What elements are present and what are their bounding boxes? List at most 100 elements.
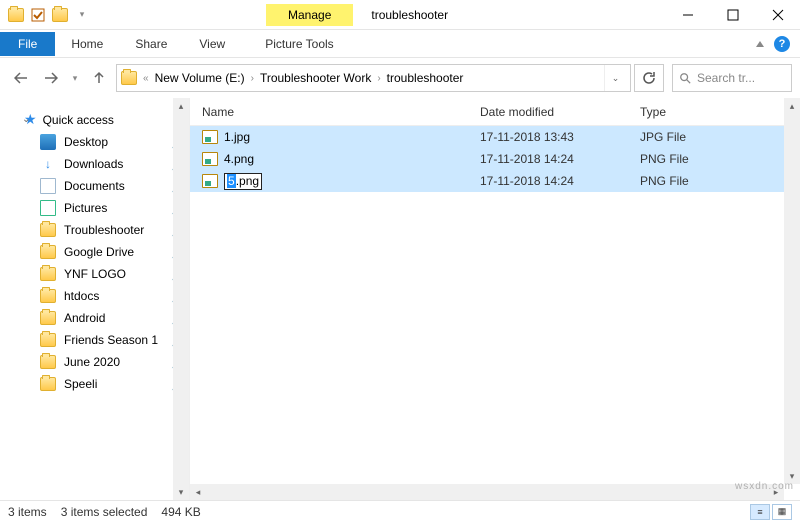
help-icon[interactable]: ? [774, 36, 790, 52]
scroll-down-icon[interactable]: ▾ [173, 484, 189, 500]
address-bar: ▾ « New Volume (E:) › Troubleshooter Wor… [0, 58, 800, 98]
up-button[interactable] [86, 65, 112, 91]
rename-selected-text: 5 [227, 174, 236, 188]
image-file-icon [202, 174, 218, 188]
breadcrumb-0[interactable]: New Volume (E:) [155, 71, 245, 85]
navigation-pane: ⌄ ★ Quick access Desktop📌 ↓Downloads📌 Do… [0, 98, 190, 500]
breadcrumb-2[interactable]: troubleshooter [387, 71, 464, 85]
app-icon [8, 7, 24, 23]
folder-icon [40, 288, 56, 304]
search-placeholder: Search tr... [697, 71, 755, 85]
sidebar-scrollbar[interactable]: ▴ ▾ [173, 98, 189, 500]
expand-ribbon-icon[interactable] [756, 41, 764, 47]
file-name: 4.png [224, 152, 254, 166]
new-folder-qat-icon[interactable] [52, 7, 68, 23]
quick-access-toolbar: ▾ [0, 7, 90, 23]
chevron-right-icon[interactable]: › [251, 73, 254, 84]
column-headers: Name Date modified Type [190, 98, 800, 126]
folder-icon [40, 310, 56, 326]
file-row[interactable]: 1.jpg 17-11-2018 13:43 JPG File [190, 126, 800, 148]
close-button[interactable] [755, 0, 800, 30]
sidebar-item-desktop[interactable]: Desktop📌 [0, 131, 189, 153]
sidebar-item-friends[interactable]: Friends Season 1📌 [0, 329, 189, 351]
location-icon [121, 70, 137, 86]
breadcrumb-1[interactable]: Troubleshooter Work [260, 71, 371, 85]
collapse-icon[interactable]: ⌄ [22, 114, 30, 125]
file-type: JPG File [640, 130, 800, 144]
status-bar: 3 items 3 items selected 494 KB ≡ ▦ [0, 500, 800, 522]
vertical-scrollbar[interactable]: ▴▾ [784, 98, 800, 484]
file-type: PNG File [640, 152, 800, 166]
forward-button[interactable] [38, 65, 64, 91]
sidebar-item-troubleshooter[interactable]: Troubleshooter📌 [0, 219, 189, 241]
home-tab[interactable]: Home [55, 32, 119, 56]
title-bar: ▾ Manage troubleshooter [0, 0, 800, 30]
sidebar-item-android[interactable]: Android📌 [0, 307, 189, 329]
folder-icon [40, 354, 56, 370]
sidebar-item-pictures[interactable]: Pictures📌 [0, 197, 189, 219]
rename-ext: .png [236, 174, 259, 188]
file-row-renaming[interactable]: 5.png 17-11-2018 14:24 PNG File [190, 170, 800, 192]
watermark: wsxdn.com [735, 481, 794, 492]
window-controls [665, 0, 800, 30]
downloads-icon: ↓ [40, 156, 56, 172]
maximize-button[interactable] [710, 0, 755, 30]
sidebar-item-documents[interactable]: Documents📌 [0, 175, 189, 197]
window-title: troubleshooter [371, 8, 448, 22]
search-icon [679, 72, 691, 84]
scroll-left-icon[interactable]: ◂ [190, 484, 206, 500]
thumbnails-view-button[interactable]: ▦ [772, 504, 792, 520]
sidebar-item-speeli[interactable]: Speeli📌 [0, 373, 189, 395]
details-view-button[interactable]: ≡ [750, 504, 770, 520]
scroll-up-icon[interactable]: ▴ [173, 98, 189, 114]
folder-icon [40, 222, 56, 238]
properties-qat-icon[interactable] [30, 7, 46, 23]
recent-locations-button[interactable]: ▾ [68, 65, 82, 91]
image-file-icon [202, 152, 218, 166]
back-button[interactable] [8, 65, 34, 91]
sidebar-item-htdocs[interactable]: htdocs📌 [0, 285, 189, 307]
picture-tools-tab[interactable]: Picture Tools [253, 32, 345, 56]
column-name[interactable]: Name [190, 105, 480, 119]
scroll-up-icon[interactable]: ▴ [784, 98, 800, 114]
file-tab[interactable]: File [0, 32, 55, 56]
pictures-icon [40, 200, 56, 216]
quick-access-label: Quick access [43, 113, 114, 127]
sidebar-item-ynf-logo[interactable]: YNF LOGO📌 [0, 263, 189, 285]
file-type: PNG File [640, 174, 800, 188]
contextual-tab-manage[interactable]: Manage [266, 4, 353, 26]
folder-icon [40, 376, 56, 392]
file-list-pane: Name Date modified Type 1.jpg 17-11-2018… [190, 98, 800, 500]
address-dropdown-button[interactable]: ⌄ [604, 65, 626, 91]
desktop-icon [40, 134, 56, 150]
sidebar-item-downloads[interactable]: ↓Downloads📌 [0, 153, 189, 175]
refresh-button[interactable] [634, 64, 664, 92]
ribbon: File Home Share View Picture Tools ? [0, 30, 800, 58]
folder-icon [40, 244, 56, 260]
file-name: 1.jpg [224, 130, 250, 144]
column-type[interactable]: Type [640, 105, 800, 119]
breadcrumb-bar[interactable]: « New Volume (E:) › Troubleshooter Work … [116, 64, 631, 92]
image-file-icon [202, 130, 218, 144]
rename-input[interactable]: 5.png [224, 173, 262, 190]
view-tab[interactable]: View [183, 32, 241, 56]
file-date: 17-11-2018 13:43 [480, 130, 640, 144]
column-date[interactable]: Date modified [480, 105, 640, 119]
horizontal-scrollbar[interactable]: ◂▸ [190, 484, 784, 500]
file-row[interactable]: 4.png 17-11-2018 14:24 PNG File [190, 148, 800, 170]
chevron-right-icon[interactable]: › [377, 73, 380, 84]
file-date: 17-11-2018 14:24 [480, 152, 640, 166]
folder-icon [40, 332, 56, 348]
folder-icon [40, 266, 56, 282]
share-tab[interactable]: Share [119, 32, 183, 56]
file-date: 17-11-2018 14:24 [480, 174, 640, 188]
search-box[interactable]: Search tr... [672, 64, 792, 92]
quick-access-header[interactable]: ⌄ ★ Quick access [0, 108, 189, 131]
sidebar-item-google-drive[interactable]: Google Drive📌 [0, 241, 189, 263]
documents-icon [40, 178, 56, 194]
minimize-button[interactable] [665, 0, 710, 30]
main-area: ⌄ ★ Quick access Desktop📌 ↓Downloads📌 Do… [0, 98, 800, 500]
sidebar-item-june2020[interactable]: June 2020📌 [0, 351, 189, 373]
status-size: 494 KB [161, 505, 200, 519]
qat-dropdown-icon[interactable]: ▾ [74, 7, 90, 23]
